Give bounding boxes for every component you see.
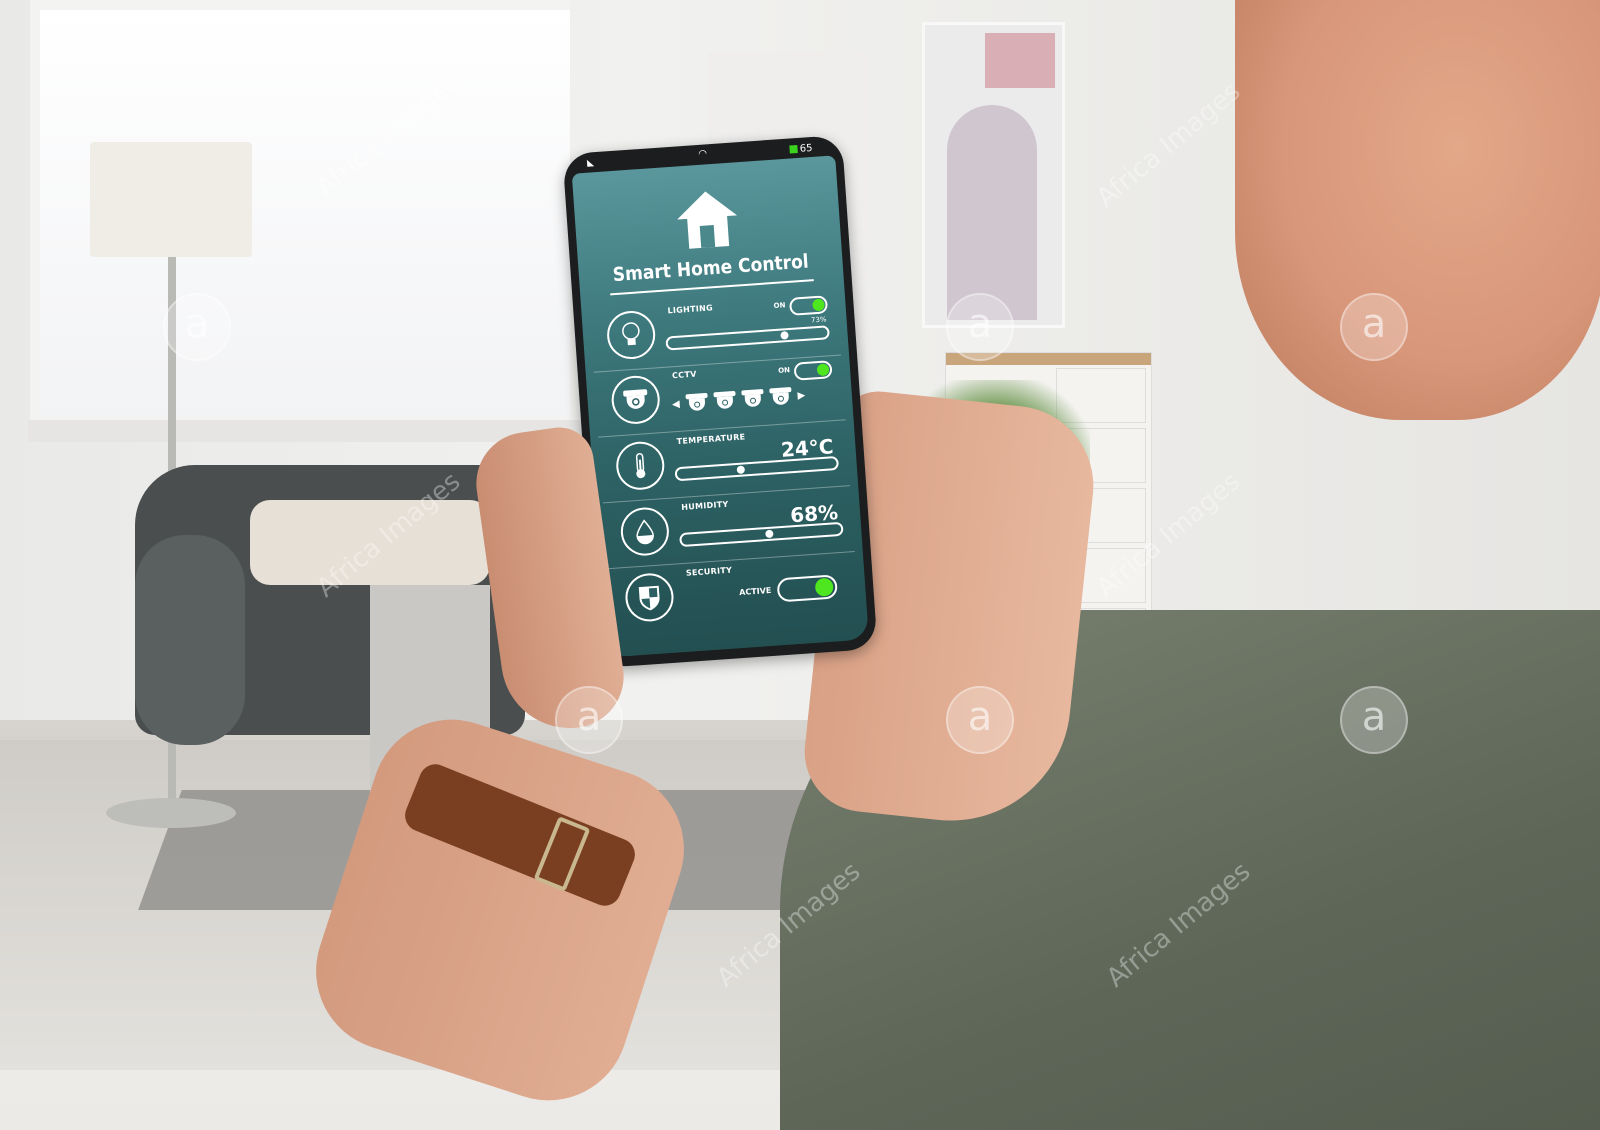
security-toggle[interactable] <box>776 574 839 603</box>
watermark-logo: a <box>946 686 1014 754</box>
security-camera-icon <box>610 374 662 426</box>
camera-3-icon[interactable] <box>740 388 764 408</box>
toggle-knob <box>812 298 825 312</box>
signal-icon: ◣ <box>586 158 595 169</box>
cctv-toggle[interactable] <box>793 360 833 381</box>
lighting-toggle[interactable] <box>788 295 829 316</box>
watermark-logo: a <box>1340 686 1408 754</box>
humidity-label: HUMIDITY <box>680 499 729 512</box>
app-title: Smart Home Control <box>612 250 810 287</box>
wall-art <box>922 22 1065 328</box>
humidity-slider[interactable] <box>679 521 844 548</box>
slider-thumb[interactable] <box>765 529 774 539</box>
floor-lamp-shade <box>90 142 252 257</box>
camera-4-icon[interactable] <box>768 387 792 406</box>
lighting-label: LIGHTING <box>667 303 714 316</box>
wifi-icon: ◠ <box>697 148 708 160</box>
water-drop-icon <box>619 505 671 558</box>
temperature-label: TEMPERATURE <box>676 432 746 447</box>
app-screen: Smart Home Control LIGHTING ON 73% CCTV … <box>571 155 869 658</box>
armchair-arm <box>135 535 245 745</box>
toggle-knob <box>814 577 834 597</box>
security-label: SECURITY <box>685 565 733 578</box>
battery-level: 65 <box>799 142 813 155</box>
lighting-slider[interactable] <box>665 325 830 351</box>
camera-2-icon[interactable] <box>713 390 736 410</box>
temperature-slider[interactable] <box>674 455 840 482</box>
lighting-percent: 73% <box>810 315 827 325</box>
camera-carousel: ◀ ▶ <box>671 386 806 413</box>
security-toggle-label: ACTIVE <box>738 585 772 598</box>
toggle-knob <box>816 363 830 377</box>
cctv-label: CCTV <box>671 369 697 381</box>
floor-lamp-base <box>106 798 236 828</box>
watermark-logo: a <box>163 293 231 361</box>
thermometer-icon <box>614 440 666 492</box>
lightbulb-icon <box>605 309 657 361</box>
watermark-logo: a <box>946 293 1014 361</box>
house-icon <box>677 191 738 249</box>
battery-indicator: 65 <box>789 142 813 156</box>
cctv-toggle-label: ON <box>777 366 791 375</box>
person-head <box>1235 0 1600 420</box>
previous-camera-button[interactable]: ◀ <box>672 398 680 410</box>
battery-icon <box>789 144 799 154</box>
shield-icon <box>623 571 676 624</box>
watermark-logo: a <box>1340 293 1408 361</box>
slider-thumb[interactable] <box>736 465 746 474</box>
watermark-logo: a <box>555 686 623 754</box>
slider-thumb[interactable] <box>780 331 789 340</box>
camera-1-icon[interactable] <box>685 392 708 412</box>
lighting-toggle-label: ON <box>773 301 786 311</box>
next-camera-button[interactable]: ▶ <box>797 390 805 402</box>
